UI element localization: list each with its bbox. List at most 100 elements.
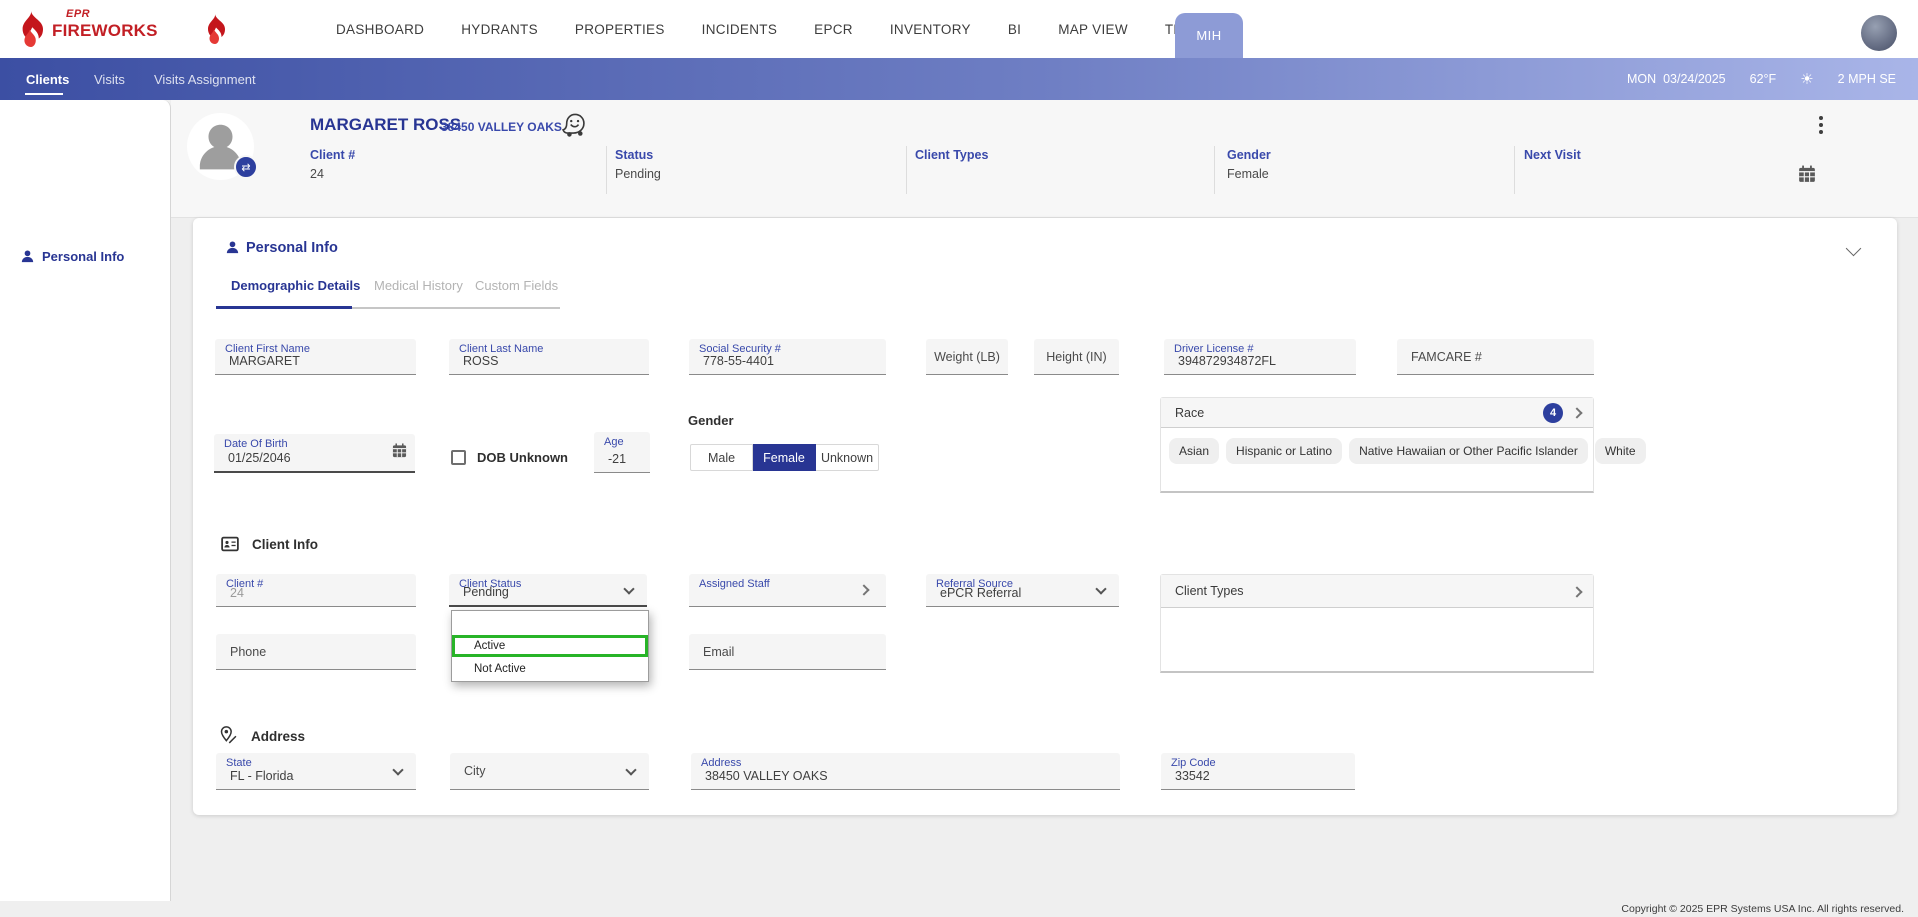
phone-field[interactable]: Phone	[216, 634, 416, 670]
client-last-name-value: ROSS	[463, 354, 498, 368]
client-types-label: Client Types	[1175, 584, 1244, 598]
famcare-placeholder: FAMCARE #	[1411, 350, 1482, 364]
collapse-chevron-icon[interactable]	[1846, 241, 1862, 257]
status-option-not-active[interactable]: Not Active	[452, 657, 648, 681]
header-kebab-menu[interactable]	[1812, 112, 1830, 138]
nav-item-bi[interactable]: BI	[1008, 22, 1021, 37]
tab-custom-fields[interactable]: Custom Fields	[475, 278, 558, 293]
header-divider	[1214, 146, 1215, 194]
address-label: Address	[701, 757, 741, 769]
tab-demographic-details[interactable]: Demographic Details	[231, 278, 360, 293]
active-tab-underline	[216, 306, 352, 309]
subnav-tab-visits-label: Visits	[94, 72, 125, 87]
date-of-birth-label: Date Of Birth	[224, 438, 288, 450]
brand-epr: EPR	[66, 9, 158, 20]
header-client-number-value: 24	[310, 167, 324, 181]
client-first-name-value: MARGARET	[229, 354, 300, 368]
header-divider	[606, 146, 607, 194]
subnav-tab-visits-assignment[interactable]: Visits Assignment	[154, 58, 256, 100]
email-field[interactable]: Email	[689, 634, 886, 670]
state-value: FL - Florida	[230, 769, 293, 783]
race-chip[interactable]: Native Hawaiian or Other Pacific Islande…	[1349, 438, 1588, 464]
waze-icon[interactable]	[559, 110, 588, 143]
nav-item-inventory[interactable]: INVENTORY	[890, 22, 971, 37]
age-value: -21	[608, 452, 626, 466]
social-security-field[interactable]: Social Security # 778-55-4401	[689, 339, 886, 375]
status-option-active[interactable]: Active	[452, 635, 648, 657]
client-address-link[interactable]: 38450 VALLEY OAKS	[441, 120, 562, 134]
top-nav: EPR FIREWORKS DASHBOARD HYDRANTS PROPERT…	[0, 0, 1918, 58]
brand-logo[interactable]: EPR FIREWORKS	[52, 9, 158, 39]
chevron-down-icon	[1095, 583, 1106, 594]
temperature-label: 62°F	[1750, 72, 1777, 86]
address-field[interactable]: Address 38450 VALLEY OAKS	[691, 753, 1120, 790]
nav-item-incidents[interactable]: INCIDENTS	[702, 22, 777, 37]
weight-placeholder: Weight (LB)	[926, 350, 1008, 364]
city-placeholder: City	[464, 764, 486, 778]
driver-license-field[interactable]: Driver License # 394872934872FL	[1164, 339, 1356, 375]
chevron-right-icon	[858, 584, 869, 595]
gender-label: Gender	[688, 413, 734, 428]
phone-placeholder: Phone	[230, 645, 266, 659]
chevron-down-icon	[623, 583, 634, 594]
nav-item-mih-active[interactable]: MIH	[1175, 13, 1243, 58]
state-label: State	[226, 757, 252, 769]
header-gender-value: Female	[1227, 167, 1269, 181]
race-chip[interactable]: Hispanic or Latino	[1226, 438, 1342, 464]
nav-item-dashboard[interactable]: DASHBOARD	[336, 22, 424, 37]
swap-client-badge[interactable]: ⇄	[234, 155, 258, 179]
card-title: Personal Info	[246, 240, 338, 256]
nav-item-epcr[interactable]: EPCR	[814, 22, 853, 37]
status-option-blank[interactable]	[452, 611, 648, 635]
height-field[interactable]: Height (IN)	[1034, 339, 1119, 375]
race-label: Race	[1175, 406, 1204, 420]
subnav-tab-visits[interactable]: Visits	[94, 58, 125, 100]
age-label: Age	[604, 436, 624, 448]
gender-option-female[interactable]: Female	[753, 444, 816, 471]
gender-option-unknown[interactable]: Unknown	[816, 444, 879, 471]
gender-segmented-control: Male Female Unknown	[690, 444, 879, 471]
nav-item-hydrants[interactable]: HYDRANTS	[461, 22, 538, 37]
tab-medical-history[interactable]: Medical History	[374, 278, 463, 293]
sidebar-item-personal-info[interactable]: Personal Info	[0, 238, 171, 278]
client-types-panel-header[interactable]: Client Types	[1161, 575, 1593, 608]
state-select[interactable]: State FL - Florida	[216, 753, 416, 790]
weight-field[interactable]: Weight (LB)	[926, 339, 1008, 375]
weather-strip: MON 03/24/2025 62°F ☀ 2 MPH SE	[1627, 58, 1896, 100]
gender-option-male[interactable]: Male	[690, 444, 753, 471]
dob-unknown-checkbox[interactable]	[451, 450, 466, 465]
header-divider	[1514, 146, 1515, 194]
client-number-field: Client # 24	[216, 574, 416, 607]
zip-code-field[interactable]: Zip Code 33542	[1161, 753, 1355, 790]
date-of-birth-field[interactable]: Date Of Birth 01/25/2046	[214, 434, 415, 473]
race-chip[interactable]: White	[1595, 438, 1646, 464]
race-chip[interactable]: Asian	[1169, 438, 1219, 464]
client-info-title: Client Info	[252, 537, 318, 552]
race-count-badge: 4	[1543, 403, 1563, 423]
subnav-active-underline	[25, 93, 63, 96]
subnav-bar: Clients Visits Visits Assignment MON 03/…	[0, 58, 1918, 100]
age-field[interactable]: Age -21	[594, 432, 650, 473]
city-select[interactable]: City	[450, 753, 649, 790]
sidebar: Personal Info	[0, 100, 171, 901]
client-last-name-field[interactable]: Client Last Name ROSS	[449, 339, 649, 375]
subnav-tab-visits-assignment-label: Visits Assignment	[154, 72, 256, 87]
next-visit-calendar-icon[interactable]	[1798, 165, 1816, 188]
address-title: Address	[251, 729, 305, 744]
nav-item-properties[interactable]: PROPERTIES	[575, 22, 665, 37]
dob-calendar-icon[interactable]	[392, 443, 407, 463]
id-card-icon	[221, 536, 239, 557]
client-status-dropdown: Active Not Active	[451, 610, 649, 682]
user-avatar[interactable]	[1861, 15, 1897, 51]
client-first-name-field[interactable]: Client First Name MARGARET	[215, 339, 416, 375]
subnav-tab-clients-label: Clients	[26, 72, 69, 87]
chevron-right-icon	[1571, 407, 1582, 418]
referral-source-select[interactable]: Referral Source ePCR Referral	[926, 574, 1119, 607]
client-status-select[interactable]: Client Status Pending	[449, 574, 647, 607]
nav-item-map-view[interactable]: MAP VIEW	[1058, 22, 1128, 37]
assigned-staff-field[interactable]: Assigned Staff	[689, 574, 886, 607]
header-client-number-label: Client #	[310, 148, 355, 162]
race-panel-header[interactable]: Race 4	[1161, 398, 1593, 428]
header-status-label: Status	[615, 148, 653, 162]
famcare-field[interactable]: FAMCARE #	[1397, 339, 1594, 375]
